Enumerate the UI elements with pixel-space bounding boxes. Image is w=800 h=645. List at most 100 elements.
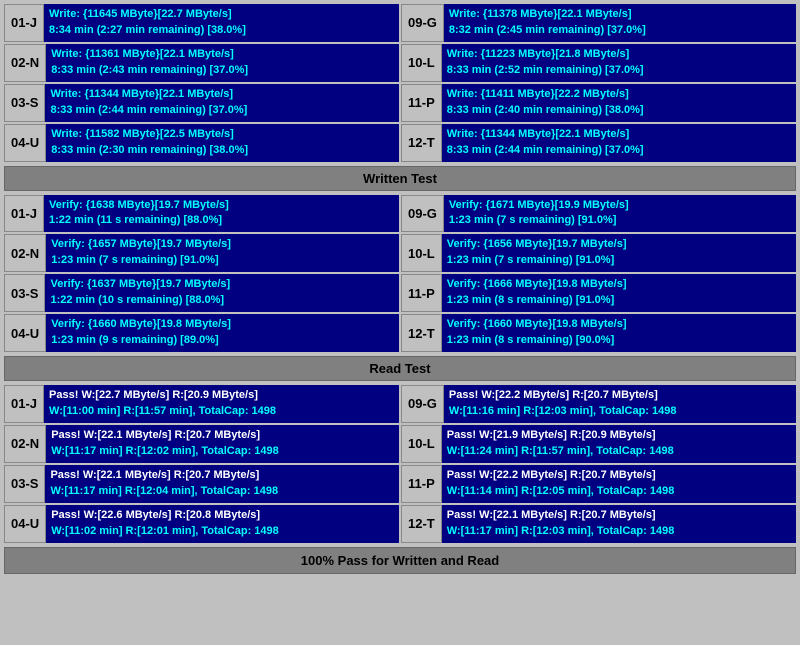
cell-data: Write: {11361 MByte}[22.1 MByte/s]8:33 m… xyxy=(46,44,399,82)
table-row: 01-JVerify: {1638 MByte}[19.7 MByte/s]1:… xyxy=(4,195,399,233)
pass-line2: W:[11:00 min] R:[11:57 min], TotalCap: 1… xyxy=(49,404,394,420)
cell-data: Write: {11344 MByte}[22.1 MByte/s]8:33 m… xyxy=(45,84,399,122)
cell-id-label: 01-J xyxy=(4,4,44,42)
cell-id-label: 01-J xyxy=(4,195,44,233)
verify-grid: 01-JVerify: {1638 MByte}[19.7 MByte/s]1:… xyxy=(4,195,796,353)
written-test-header: Written Test xyxy=(4,166,796,191)
cell-data: Write: {11223 MByte}[21.8 MByte/s]8:33 m… xyxy=(442,44,796,82)
pass-grid: 01-JPass! W:[22.7 MByte/s] R:[20.9 MByte… xyxy=(4,385,796,543)
pass-line1: Pass! W:[22.1 MByte/s] R:[20.7 MByte/s] xyxy=(51,428,394,444)
pass-line1: Pass! W:[22.2 MByte/s] R:[20.7 MByte/s] xyxy=(447,468,791,484)
table-row: 02-NVerify: {1657 MByte}[19.7 MByte/s]1:… xyxy=(4,234,399,272)
cell-id-label: 01-J xyxy=(4,385,44,423)
table-row: 11-PPass! W:[22.2 MByte/s] R:[20.7 MByte… xyxy=(401,465,796,503)
cell-data: Pass! W:[21.9 MByte/s] R:[20.9 MByte/s]W… xyxy=(442,425,796,463)
table-row: 11-PVerify: {1666 MByte}[19.8 MByte/s]1:… xyxy=(401,274,796,312)
cell-id-label: 11-P xyxy=(401,465,442,503)
table-row: 09-GPass! W:[22.2 MByte/s] R:[20.7 MByte… xyxy=(401,385,796,423)
cell-data: Write: {11582 MByte}[22.5 MByte/s]8:33 m… xyxy=(46,124,399,162)
cell-data: Pass! W:[22.7 MByte/s] R:[20.9 MByte/s]W… xyxy=(44,385,399,423)
pass-line2: W:[11:17 min] R:[12:02 min], TotalCap: 1… xyxy=(51,444,394,460)
cell-id-label: 03-S xyxy=(4,274,45,312)
cell-id-label: 09-G xyxy=(401,195,444,233)
cell-id-label: 02-N xyxy=(4,234,46,272)
cell-data: Write: {11378 MByte}[22.1 MByte/s]8:32 m… xyxy=(444,4,796,42)
pass-line1: Pass! W:[22.1 MByte/s] R:[20.7 MByte/s] xyxy=(50,468,394,484)
table-row: 10-LWrite: {11223 MByte}[21.8 MByte/s]8:… xyxy=(401,44,796,82)
table-row: 04-UWrite: {11582 MByte}[22.5 MByte/s]8:… xyxy=(4,124,399,162)
pass-line1: Pass! W:[21.9 MByte/s] R:[20.9 MByte/s] xyxy=(447,428,791,444)
table-row: 04-UVerify: {1660 MByte}[19.8 MByte/s]1:… xyxy=(4,314,399,352)
cell-id-label: 12-T xyxy=(401,124,442,162)
right-column: 09-GWrite: {11378 MByte}[22.1 MByte/s]8:… xyxy=(401,4,796,162)
pass-line2: W:[11:24 min] R:[11:57 min], TotalCap: 1… xyxy=(447,444,791,460)
cell-id-label: 11-P xyxy=(401,274,442,312)
pass-line1: Pass! W:[22.1 MByte/s] R:[20.7 MByte/s] xyxy=(447,508,791,524)
write-section: 01-JWrite: {11645 MByte}[22.7 MByte/s]8:… xyxy=(4,4,796,191)
table-row: 04-UPass! W:[22.6 MByte/s] R:[20.8 MByte… xyxy=(4,505,399,543)
table-row: 03-SPass! W:[22.1 MByte/s] R:[20.7 MByte… xyxy=(4,465,399,503)
cell-id-label: 02-N xyxy=(4,425,46,463)
table-row: 01-JPass! W:[22.7 MByte/s] R:[20.9 MByte… xyxy=(4,385,399,423)
table-row: 09-GWrite: {11378 MByte}[22.1 MByte/s]8:… xyxy=(401,4,796,42)
cell-data: Write: {11411 MByte}[22.2 MByte/s]8:33 m… xyxy=(442,84,796,122)
cell-id-label: 10-L xyxy=(401,44,442,82)
table-row: 02-NPass! W:[22.1 MByte/s] R:[20.7 MByte… xyxy=(4,425,399,463)
cell-data: Pass! W:[22.1 MByte/s] R:[20.7 MByte/s]W… xyxy=(45,465,399,503)
right-column: 09-GPass! W:[22.2 MByte/s] R:[20.7 MByte… xyxy=(401,385,796,543)
cell-id-label: 02-N xyxy=(4,44,46,82)
read-test-header: Read Test xyxy=(4,356,796,381)
pass-line2: W:[11:02 min] R:[12:01 min], TotalCap: 1… xyxy=(51,524,394,540)
cell-id-label: 12-T xyxy=(401,314,442,352)
cell-id-label: 04-U xyxy=(4,124,46,162)
cell-data: Verify: {1666 MByte}[19.8 MByte/s]1:23 m… xyxy=(442,274,796,312)
table-row: 12-TWrite: {11344 MByte}[22.1 MByte/s]8:… xyxy=(401,124,796,162)
cell-id-label: 12-T xyxy=(401,505,442,543)
pass-line2: W:[11:17 min] R:[12:03 min], TotalCap: 1… xyxy=(447,524,791,540)
cell-data: Pass! W:[22.2 MByte/s] R:[20.7 MByte/s]W… xyxy=(442,465,796,503)
table-row: 03-SWrite: {11344 MByte}[22.1 MByte/s]8:… xyxy=(4,84,399,122)
left-column: 01-JVerify: {1638 MByte}[19.7 MByte/s]1:… xyxy=(4,195,399,353)
cell-data: Pass! W:[22.1 MByte/s] R:[20.7 MByte/s]W… xyxy=(442,505,796,543)
cell-data: Verify: {1638 MByte}[19.7 MByte/s]1:22 m… xyxy=(44,195,399,233)
table-row: 12-TVerify: {1660 MByte}[19.8 MByte/s]1:… xyxy=(401,314,796,352)
cell-data: Verify: {1660 MByte}[19.8 MByte/s]1:23 m… xyxy=(442,314,796,352)
pass-line1: Pass! W:[22.2 MByte/s] R:[20.7 MByte/s] xyxy=(449,388,791,404)
cell-data: Verify: {1671 MByte}[19.9 MByte/s]1:23 m… xyxy=(444,195,796,233)
left-column: 01-JWrite: {11645 MByte}[22.7 MByte/s]8:… xyxy=(4,4,399,162)
cell-data: Pass! W:[22.6 MByte/s] R:[20.8 MByte/s]W… xyxy=(46,505,399,543)
cell-id-label: 10-L xyxy=(401,234,442,272)
cell-data: Pass! W:[22.1 MByte/s] R:[20.7 MByte/s]W… xyxy=(46,425,399,463)
cell-data: Verify: {1657 MByte}[19.7 MByte/s]1:23 m… xyxy=(46,234,399,272)
footer-status: 100% Pass for Written and Read xyxy=(4,547,796,574)
pass-line2: W:[11:14 min] R:[12:05 min], TotalCap: 1… xyxy=(447,484,791,500)
pass-line2: W:[11:17 min] R:[12:04 min], TotalCap: 1… xyxy=(50,484,394,500)
cell-id-label: 04-U xyxy=(4,314,46,352)
cell-id-label: 03-S xyxy=(4,465,45,503)
cell-data: Verify: {1656 MByte}[19.7 MByte/s]1:23 m… xyxy=(442,234,796,272)
left-column: 01-JPass! W:[22.7 MByte/s] R:[20.9 MByte… xyxy=(4,385,399,543)
cell-data: Verify: {1637 MByte}[19.7 MByte/s]1:22 m… xyxy=(45,274,399,312)
cell-data: Write: {11344 MByte}[22.1 MByte/s]8:33 m… xyxy=(442,124,796,162)
right-column: 09-GVerify: {1671 MByte}[19.9 MByte/s]1:… xyxy=(401,195,796,353)
pass-line2: W:[11:16 min] R:[12:03 min], TotalCap: 1… xyxy=(449,404,791,420)
cell-id-label: 04-U xyxy=(4,505,46,543)
pass-line1: Pass! W:[22.6 MByte/s] R:[20.8 MByte/s] xyxy=(51,508,394,524)
write-grid: 01-JWrite: {11645 MByte}[22.7 MByte/s]8:… xyxy=(4,4,796,162)
cell-id-label: 09-G xyxy=(401,385,444,423)
cell-data: Verify: {1660 MByte}[19.8 MByte/s]1:23 m… xyxy=(46,314,399,352)
main-container: 01-JWrite: {11645 MByte}[22.7 MByte/s]8:… xyxy=(0,0,800,580)
pass-section: 01-JPass! W:[22.7 MByte/s] R:[20.9 MByte… xyxy=(4,385,796,574)
table-row: 12-TPass! W:[22.1 MByte/s] R:[20.7 MByte… xyxy=(401,505,796,543)
cell-data: Write: {11645 MByte}[22.7 MByte/s]8:34 m… xyxy=(44,4,399,42)
table-row: 02-NWrite: {11361 MByte}[22.1 MByte/s]8:… xyxy=(4,44,399,82)
verify-section: 01-JVerify: {1638 MByte}[19.7 MByte/s]1:… xyxy=(4,195,796,382)
table-row: 10-LPass! W:[21.9 MByte/s] R:[20.9 MByte… xyxy=(401,425,796,463)
cell-id-label: 03-S xyxy=(4,84,45,122)
cell-data: Pass! W:[22.2 MByte/s] R:[20.7 MByte/s]W… xyxy=(444,385,796,423)
table-row: 03-SVerify: {1637 MByte}[19.7 MByte/s]1:… xyxy=(4,274,399,312)
table-row: 01-JWrite: {11645 MByte}[22.7 MByte/s]8:… xyxy=(4,4,399,42)
table-row: 09-GVerify: {1671 MByte}[19.9 MByte/s]1:… xyxy=(401,195,796,233)
table-row: 10-LVerify: {1656 MByte}[19.7 MByte/s]1:… xyxy=(401,234,796,272)
cell-id-label: 09-G xyxy=(401,4,444,42)
